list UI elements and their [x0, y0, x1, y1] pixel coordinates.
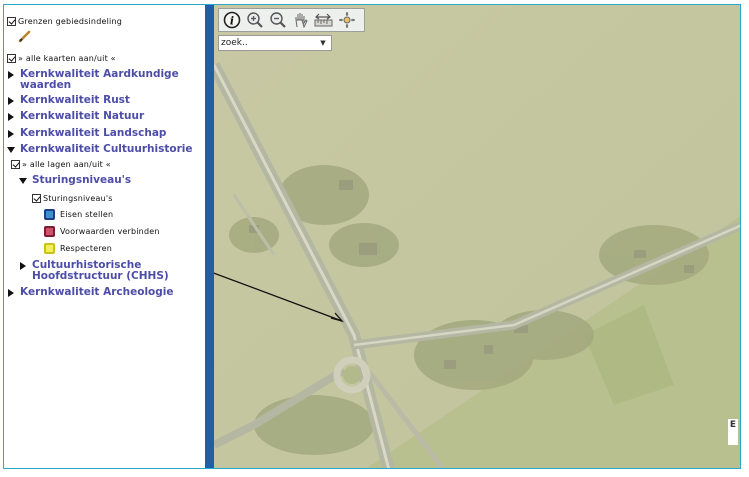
expand-icon [8, 288, 14, 297]
pan-button[interactable] [291, 10, 311, 30]
category-cultuurhistorie[interactable]: Kernkwaliteit Cultuurhistorie [7, 144, 193, 155]
category-rust[interactable]: Kernkwaliteit Rust [8, 95, 130, 106]
aerial-map-image [214, 5, 740, 468]
collapse-icon [7, 146, 15, 153]
legend-item-voorwaarden: Voorwaarden verbinden [44, 226, 160, 237]
subcategory-sturing[interactable]: Sturingsniveau's [19, 175, 131, 186]
all-layers-toggle[interactable]: » alle lagen aan/uit « [22, 160, 111, 169]
expand-icon [8, 96, 14, 105]
map-edge-label: E [728, 419, 738, 445]
collapse-icon [19, 177, 27, 184]
zoom-in-button[interactable] [245, 10, 265, 30]
svg-text:i: i [230, 15, 234, 28]
locate-icon [339, 12, 355, 28]
category-landschap[interactable]: Kernkwaliteit Landschap [8, 128, 166, 139]
boundaries-checkbox[interactable] [7, 17, 16, 26]
layer-sturing-checkbox[interactable] [32, 194, 41, 203]
all-maps-toggle[interactable]: » alle kaarten aan/uit « [18, 54, 116, 63]
layer-sturing-label: Sturingsniveau's [43, 194, 113, 203]
all-maps-row: » alle kaarten aan/uit « [7, 54, 116, 63]
category-aardkundige[interactable]: Kernkwaliteit Aardkundige waarden [8, 69, 180, 91]
legend-swatch-red [44, 226, 55, 237]
measure-button[interactable] [314, 10, 334, 30]
all-layers-row: » alle lagen aan/uit « [11, 160, 111, 169]
expand-icon [20, 262, 26, 270]
expand-icon [8, 129, 14, 138]
boundaries-row: Grenzen gebiedsindeling [7, 17, 122, 26]
legend-item-respecteren: Respecteren [44, 243, 112, 254]
all-maps-checkbox[interactable] [7, 54, 16, 63]
zoom-in-icon [247, 12, 263, 28]
legend-item-eisen: Eisen stellen [44, 209, 113, 220]
dropdown-arrow-icon[interactable]: ▼ [317, 36, 329, 50]
category-archeologie[interactable]: Kernkwaliteit Archeologie [8, 287, 174, 298]
info-icon: i [223, 11, 241, 29]
pencil-icon[interactable] [18, 30, 32, 43]
subcategory-chhs[interactable]: Cultuurhistorische Hoofdstructuur (CHHS) [20, 260, 182, 282]
map-view[interactable]: i zoek.. ▼ E [214, 5, 740, 468]
legend-swatch-yellow [44, 243, 55, 254]
zoom-out-button[interactable] [268, 10, 288, 30]
boundaries-label: Grenzen gebiedsindeling [18, 17, 122, 26]
map-search: ▼ [218, 35, 332, 51]
expand-icon [8, 71, 14, 79]
search-input[interactable] [219, 37, 317, 49]
zoom-out-icon [270, 12, 286, 28]
legend-swatch-blue [44, 209, 55, 220]
category-natuur[interactable]: Kernkwaliteit Natuur [8, 111, 144, 122]
pan-hand-icon [295, 13, 308, 29]
expand-icon [8, 112, 14, 121]
map-toolbar: i [218, 8, 365, 32]
panel-splitter[interactable] [205, 5, 214, 468]
measure-icon [314, 13, 333, 27]
layer-sidebar: Grenzen gebiedsindeling » alle kaarten a… [4, 5, 205, 468]
layer-sturing-row: Sturingsniveau's [32, 194, 113, 203]
locate-button[interactable] [337, 10, 357, 30]
app-frame: Grenzen gebiedsindeling » alle kaarten a… [3, 4, 741, 469]
annotation-arrow [214, 272, 344, 323]
info-button[interactable]: i [222, 10, 242, 30]
all-layers-checkbox[interactable] [11, 160, 20, 169]
